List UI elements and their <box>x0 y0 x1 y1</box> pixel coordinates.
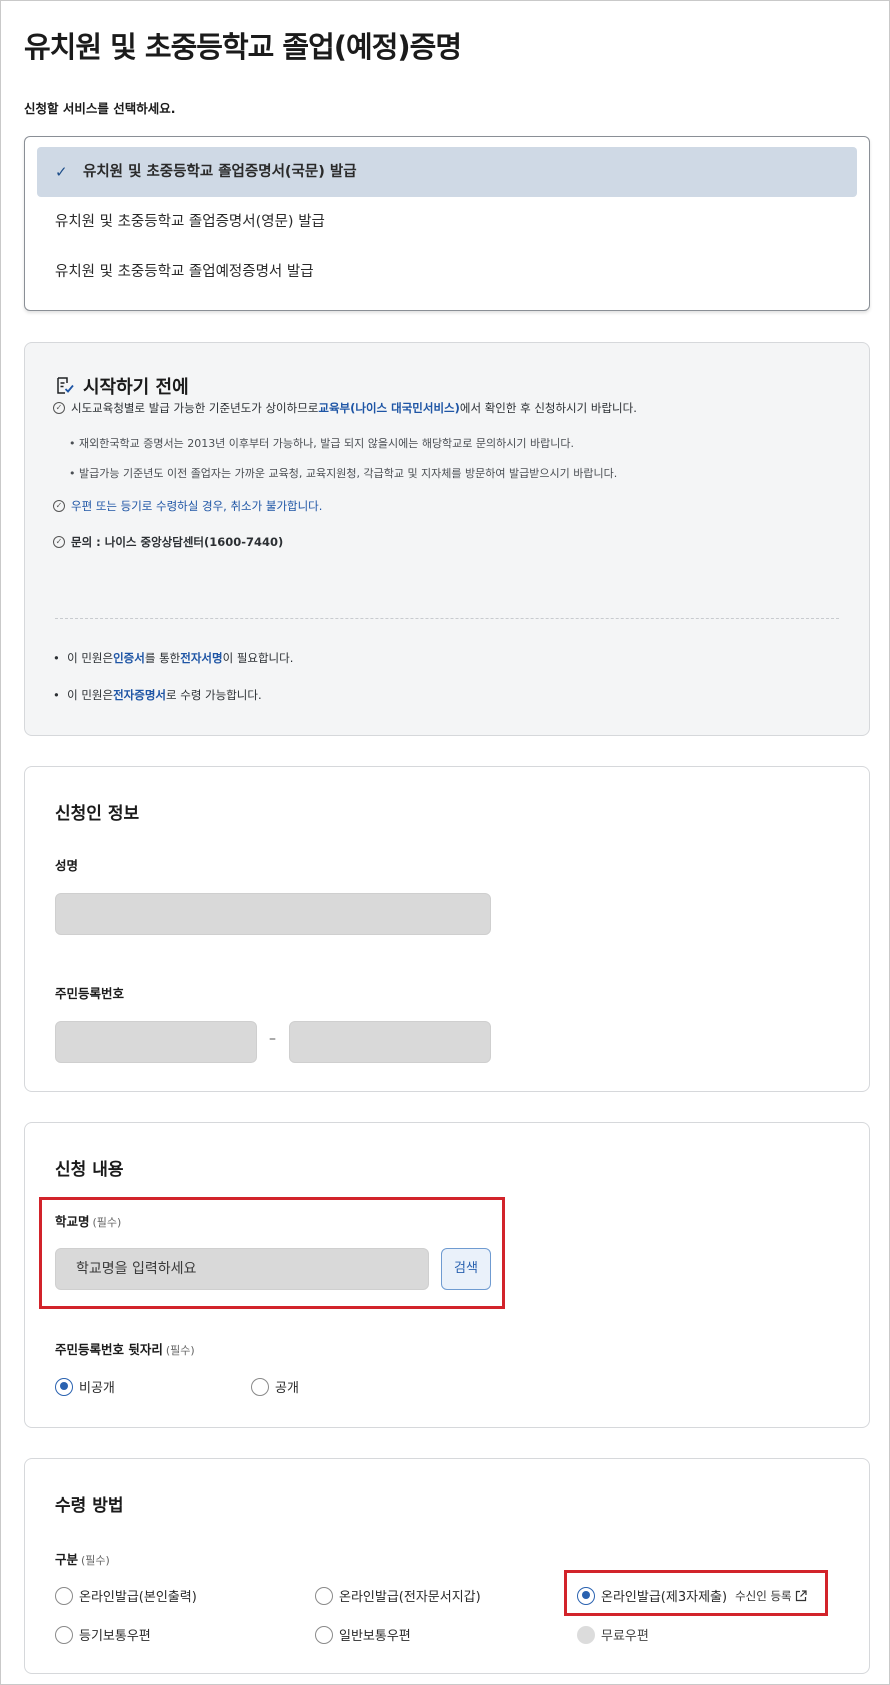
notice-item-cancel: ✓ 우편 또는 등기로 수령하실 경우, 취소가 불가합니다. <box>53 498 322 514</box>
service-option-korean[interactable]: ✓ 유치원 및 초중등학교 졸업증명서(국문) 발급 <box>37 147 857 197</box>
page-title: 유치원 및 초중등학교 졸업(예정)증명 <box>24 30 462 64</box>
highlight-school-field <box>39 1197 505 1309</box>
radio-dot <box>577 1625 595 1644</box>
receipt-method-card: 수령 방법 구분 (필수) 온라인발급(본인출력) 온라인발급(전자문서지갑) 온… <box>24 1458 870 1674</box>
receipt-type-label: 구분 (필수) <box>55 1552 110 1567</box>
notice-item-contact: ✓ 문의 : 나이스 중앙상담센터(1600-7440) <box>53 534 283 550</box>
check-circle-icon: ✓ <box>53 500 65 512</box>
rrn-back-label: 주민등록번호 뒷자리 (필수) <box>55 1342 195 1357</box>
check-circle-icon: ✓ <box>53 402 65 414</box>
receipt-title: 수령 방법 <box>55 1496 124 1516</box>
rrn-separator: – <box>269 1031 276 1047</box>
rrn-front-field[interactable] <box>55 1021 257 1063</box>
rrn-label: 주민등록번호 <box>55 986 125 1001</box>
name-field[interactable] <box>55 893 491 935</box>
application-title: 신청 내용 <box>55 1160 124 1180</box>
applicant-info-card: 신청인 정보 성명 주민등록번호 – <box>24 766 870 1092</box>
radio-public[interactable]: 공개 <box>251 1377 299 1396</box>
service-option-label: 유치원 및 초중등학교 졸업증명서(영문) 발급 <box>55 214 325 230</box>
service-option-english[interactable]: 유치원 및 초중등학교 졸업증명서(영문) 발급 <box>37 197 857 247</box>
radio-dot <box>251 1377 269 1396</box>
neis-link[interactable]: 교육부(나이스 대국민서비스) <box>318 400 459 416</box>
radio-dot <box>315 1586 333 1605</box>
notice-heading: 시작하기 전에 <box>55 373 189 399</box>
name-label: 성명 <box>55 858 79 873</box>
radio-regular-mail[interactable]: 일반보통우편 <box>315 1625 411 1644</box>
checkmark-icon: ✓ <box>55 163 68 181</box>
checklist-icon <box>57 377 74 394</box>
notice-sub-item: • 재외한국학교 증명서는 2013년 이후부터 가능하나, 발급 되지 않을시… <box>69 437 574 450</box>
service-select-list: ✓ 유치원 및 초중등학교 졸업증명서(국문) 발급 유치원 및 초중등학교 졸… <box>24 136 870 311</box>
divider <box>55 618 839 619</box>
check-circle-icon: ✓ <box>53 536 65 548</box>
radio-dot <box>55 1586 73 1605</box>
service-option-label: 유치원 및 초중등학교 졸업예정증명서 발급 <box>55 264 314 280</box>
radio-private[interactable]: 비공개 <box>55 1377 115 1396</box>
service-option-expected[interactable]: 유치원 및 초중등학교 졸업예정증명서 발급 <box>37 247 857 297</box>
notice-title: 시작하기 전에 <box>83 377 189 398</box>
radio-online-self-print[interactable]: 온라인발급(본인출력) <box>55 1586 197 1605</box>
service-instruction: 신청할 서비스를 선택하세요. <box>24 101 176 116</box>
notice-panel: 시작하기 전에 ✓ 시도교육청별로 발급 가능한 기준년도가 상이하므로 교육부… <box>24 342 870 736</box>
radio-registered-mail[interactable]: 등기보통우편 <box>55 1625 151 1644</box>
notice-item-year: ✓ 시도교육청별로 발급 가능한 기준년도가 상이하므로 교육부(나이스 대국민… <box>53 400 637 416</box>
radio-online-wallet[interactable]: 온라인발급(전자문서지갑) <box>315 1586 481 1605</box>
notice-sub-item: • 발급가능 기준년도 이전 졸업자는 가까운 교육청, 교육지원청, 각급학교… <box>69 467 618 480</box>
highlight-third-party-option <box>564 1570 828 1616</box>
radio-dot <box>55 1377 73 1396</box>
rrn-back-field[interactable] <box>289 1021 491 1063</box>
service-option-label: 유치원 및 초중등학교 졸업증명서(국문) 발급 <box>83 164 357 180</box>
applicant-title: 신청인 정보 <box>55 804 140 824</box>
notice-bullet-ecert: • 이 민원은 전자증명서 로 수령 가능합니다. <box>53 688 262 702</box>
radio-dot <box>55 1625 73 1644</box>
radio-free-mail: 무료우편 <box>577 1625 649 1644</box>
notice-bullet-cert: • 이 민원은 인증서 를 통한 전자서명 이 필요합니다. <box>53 651 294 665</box>
radio-dot <box>315 1625 333 1644</box>
